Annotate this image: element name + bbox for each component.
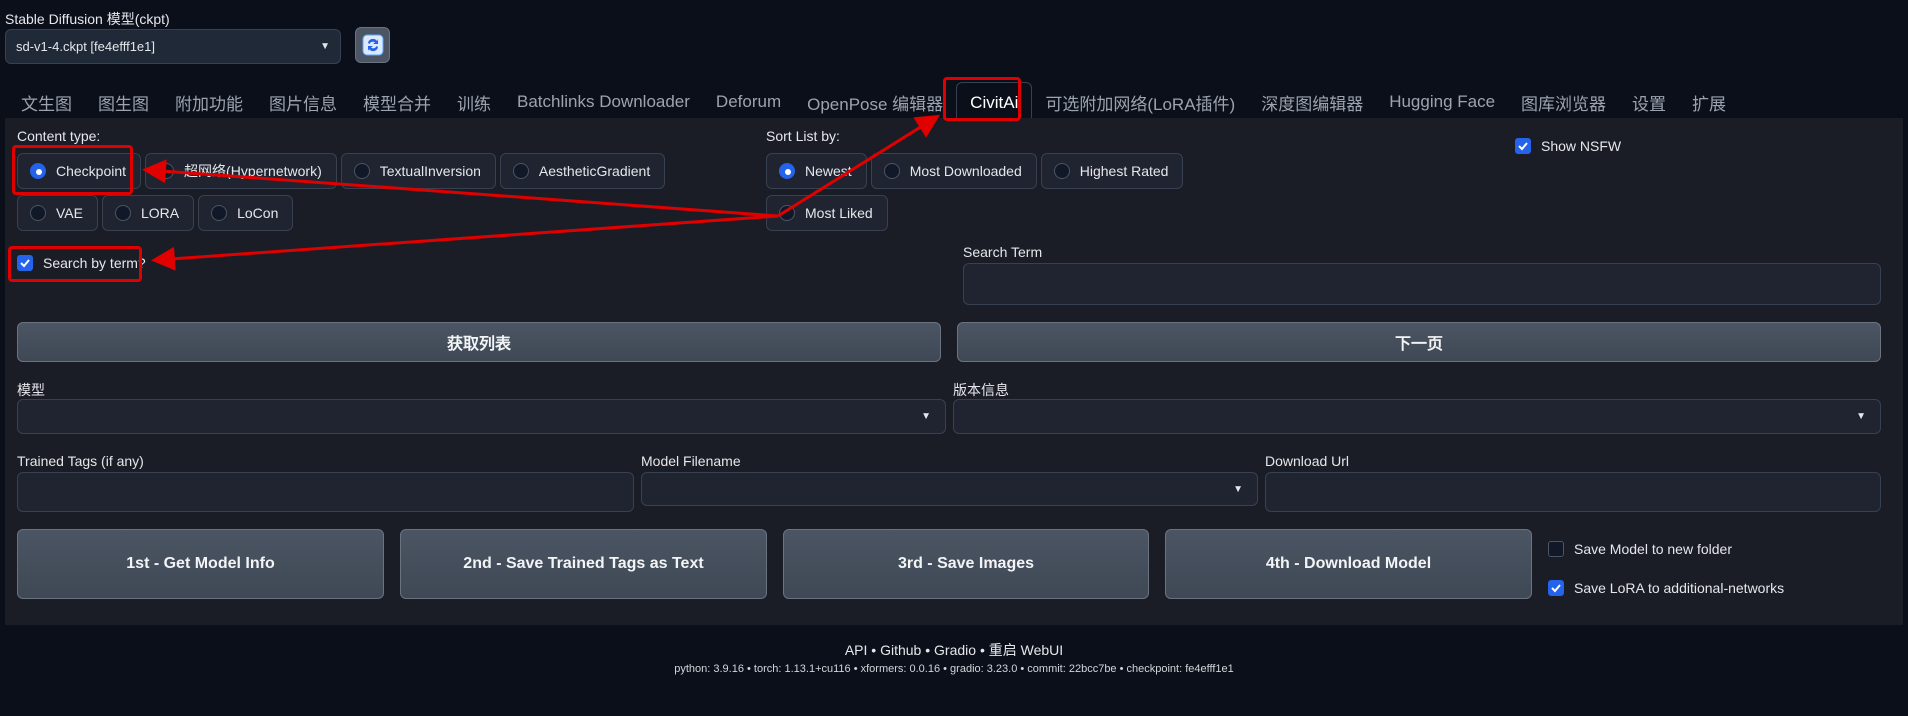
arrow-to-search-term xyxy=(151,214,779,271)
annotation-arrows xyxy=(142,114,941,271)
arrow-to-checkpoint xyxy=(142,159,779,218)
arrow-to-civitai-tab xyxy=(777,114,941,218)
